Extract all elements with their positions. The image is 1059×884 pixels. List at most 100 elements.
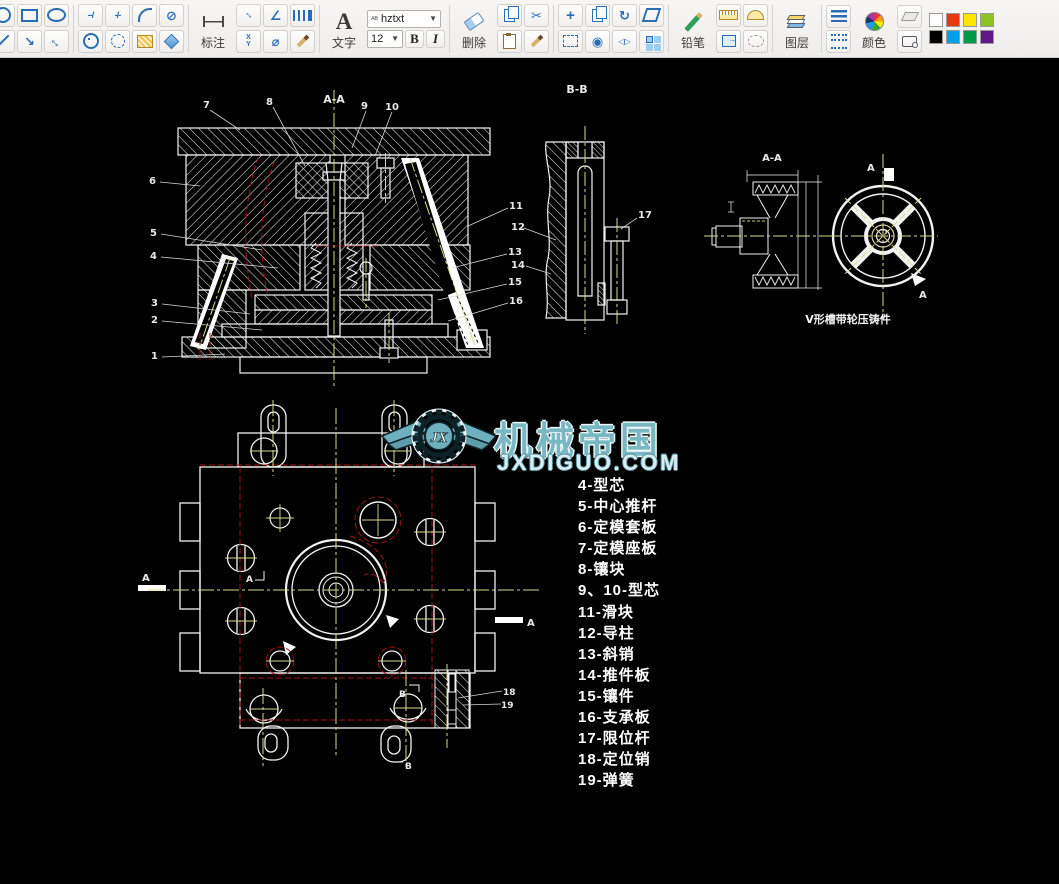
stamp-icon[interactable]: ◉ <box>585 29 610 53</box>
parts-list-item: 4-型芯 <box>578 477 626 494</box>
layers-button[interactable]: 图层 <box>777 3 817 55</box>
color-swatch-red[interactable] <box>946 13 960 27</box>
parts-list-item: 12-导柱 <box>578 624 635 642</box>
point-circle-tool-icon[interactable] <box>78 29 103 53</box>
dim-edit-icon[interactable] <box>290 29 315 53</box>
line-weight-icon[interactable] <box>826 4 851 28</box>
drawing-canvas[interactable]: A-A 7 8 9 10 6 5 4 3 2 1 11 12 13 14 15 … <box>0 58 1059 884</box>
ruler-icon[interactable] <box>716 3 741 27</box>
pencil-button[interactable]: 铅笔 <box>673 3 713 55</box>
dimension-button[interactable]: 标注 <box>193 3 233 55</box>
construction-line-tool-icon[interactable]: -/- <box>105 3 130 27</box>
parts-list-item: 6-定模套板 <box>578 519 658 537</box>
font-family-select[interactable]: ᴬᴮ hztxt ▼ <box>367 9 441 28</box>
hatch-tool-icon[interactable] <box>132 29 157 53</box>
scale-icon[interactable] <box>585 3 610 27</box>
delete-label: 删除 <box>461 35 486 50</box>
chevron-down-icon: ▼ <box>429 14 437 23</box>
fill-tool-icon[interactable] <box>159 29 184 53</box>
parts-list-item: 5-中心推杆 <box>578 498 658 516</box>
bold-button[interactable]: B <box>405 29 424 48</box>
parts-list-item: 18-定位销 <box>578 751 651 769</box>
color-label: 颜色 <box>861 35 886 50</box>
circle-tool-icon[interactable] <box>0 3 15 27</box>
export-image-icon[interactable] <box>716 29 741 53</box>
color-swatch-yellow[interactable] <box>963 13 977 27</box>
rotate-icon[interactable]: ↻ <box>612 3 637 27</box>
color-button[interactable]: 颜色 <box>854 3 894 55</box>
coordinate-dim-icon[interactable]: XY <box>236 29 261 53</box>
pencil-icon <box>683 8 703 36</box>
dimension-icon <box>202 8 224 36</box>
svg-text:14: 14 <box>511 260 525 271</box>
orbit-3d-icon[interactable] <box>639 3 664 27</box>
watermark-monogram: JX <box>429 430 449 446</box>
copy-icon[interactable] <box>497 3 522 27</box>
svg-text:9: 9 <box>361 101 368 112</box>
font-size-select[interactable]: 12 ▼ <box>367 29 403 48</box>
text-button[interactable]: A 文字 <box>324 3 364 55</box>
app-window: { "toolbar": { "dimension_label": "标注", … <box>0 0 1059 884</box>
mirror-icon[interactable]: ◁▷ <box>612 29 637 53</box>
format-brush-icon[interactable] <box>524 29 549 53</box>
toolbar-group-style: 颜色 <box>826 3 994 55</box>
move-icon[interactable]: + <box>558 3 583 27</box>
ellipse-tool-icon[interactable] <box>44 3 69 27</box>
text-icon: A <box>335 9 353 34</box>
plan-mark-b-bottom: B <box>405 762 412 772</box>
section-bb-title: B-B <box>566 83 587 96</box>
svg-text:16: 16 <box>509 296 523 307</box>
lasso-icon[interactable] <box>743 29 768 53</box>
callout-17: 17 <box>638 210 652 221</box>
parts-list-item: 14-推件板 <box>578 666 651 684</box>
color-swatch-white[interactable] <box>929 13 943 27</box>
small-eraser-icon[interactable] <box>897 4 922 28</box>
toolbar-group-edit: 删除 ✂ <box>454 3 549 55</box>
parts-list-item: 8-镶块 <box>578 561 626 579</box>
color-swatch-blue[interactable] <box>946 30 960 44</box>
aligned-dim-icon[interactable]: ↔ <box>236 3 261 27</box>
callout-18: 18 <box>503 688 516 698</box>
two-way-arrow-tool-icon[interactable]: ↔ <box>44 29 69 53</box>
pulley-caption: V形槽带轮压铸件 <box>805 312 891 326</box>
italic-button[interactable]: I <box>426 29 445 48</box>
pulley-arrow-top-label: A <box>867 163 875 174</box>
svg-text:2: 2 <box>151 315 158 326</box>
parts-list: 4-型芯 5-中心推杆 6-定模套板 7-定模座板 8-镶块 9、10-型芯 1… <box>578 475 660 791</box>
new-frame-icon[interactable] <box>558 29 583 53</box>
svg-text:7: 7 <box>203 100 210 111</box>
svg-text:15: 15 <box>508 277 522 288</box>
paste-icon[interactable] <box>497 29 522 53</box>
callout-19: 19 <box>501 701 514 711</box>
svg-text:13: 13 <box>508 247 522 258</box>
line-type-icon[interactable] <box>826 29 851 53</box>
line-tool-icon[interactable] <box>0 29 15 53</box>
array-icon[interactable] <box>639 29 664 53</box>
parts-list-item: 19-弹簧 <box>578 772 635 790</box>
shape-style-icon[interactable] <box>897 29 922 53</box>
centerline-tool-icon[interactable]: --/ <box>78 3 103 27</box>
diameter-dim-icon[interactable]: ⌀ <box>263 29 288 53</box>
angle-dim-icon[interactable]: ∠ <box>263 3 288 27</box>
parts-list-item: 15-镶件 <box>578 687 635 705</box>
svg-text:6: 6 <box>149 176 156 187</box>
tangent-circle-tool-icon[interactable]: ⊘ <box>159 3 184 27</box>
watermark-logo: JX <box>380 408 498 464</box>
cut-icon[interactable]: ✂ <box>524 3 549 27</box>
color-swatch-green[interactable] <box>963 30 977 44</box>
svg-text:5: 5 <box>150 228 157 239</box>
color-swatch-black[interactable] <box>929 30 943 44</box>
watermark-site: JXDIGUO.COM <box>497 450 681 475</box>
toolbar-group-pencil: 铅笔 <box>673 3 768 55</box>
rectangle-tool-icon[interactable] <box>17 3 42 27</box>
dashed-circle-tool-icon[interactable] <box>105 29 130 53</box>
color-swatch-purple[interactable] <box>980 30 994 44</box>
color-swatch-yellowgreen[interactable] <box>980 13 994 27</box>
eraser-icon <box>463 8 485 36</box>
arrow-line-tool-icon[interactable]: ↘ <box>17 29 42 53</box>
delete-button[interactable]: 删除 <box>454 3 494 55</box>
baseline-dim-icon[interactable] <box>290 3 315 27</box>
plan-arrow-left-label: A <box>142 573 150 584</box>
arc-tool-icon[interactable] <box>132 3 157 27</box>
protractor-icon[interactable] <box>743 3 768 27</box>
